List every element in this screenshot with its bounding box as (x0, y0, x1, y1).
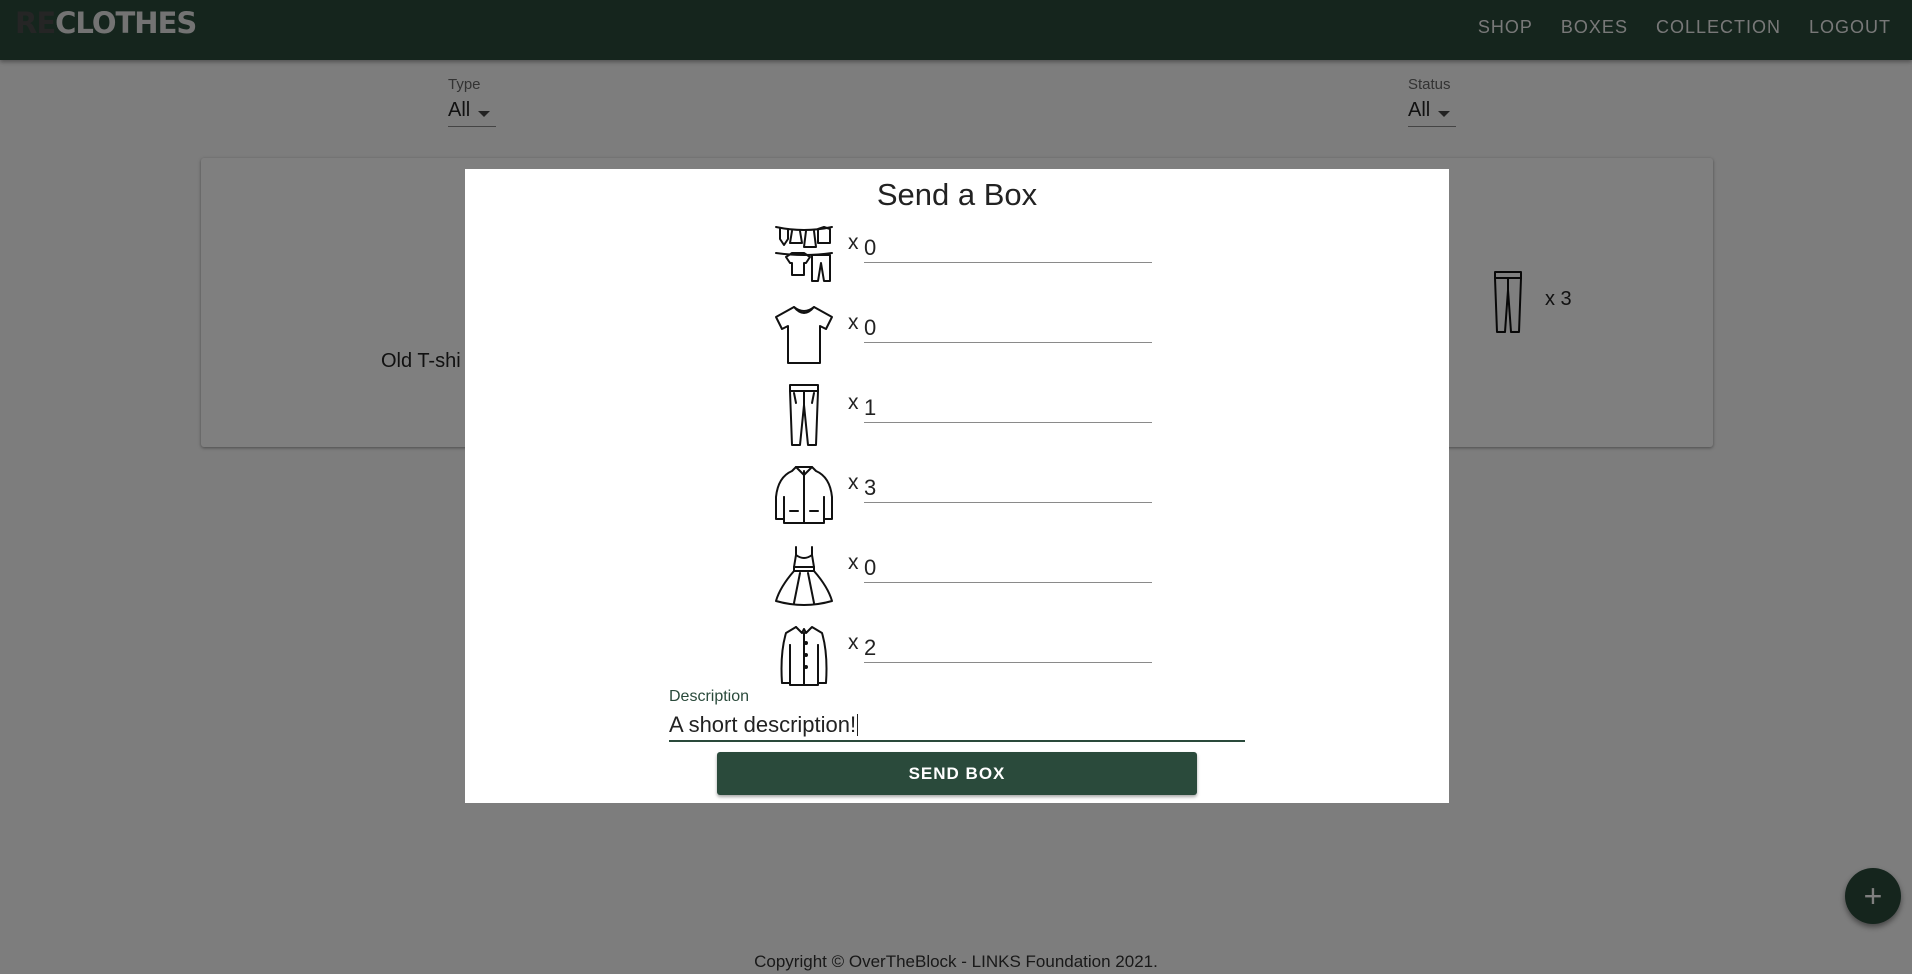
description-label: Description (669, 688, 750, 705)
quantity-input-tshirt[interactable]: 0 (864, 309, 1152, 343)
description-input[interactable]: A short description! (669, 708, 1245, 742)
laundry-icon (772, 223, 836, 287)
text-cursor (857, 714, 859, 736)
quantity-input-pants[interactable]: 1 (864, 389, 1152, 423)
jacket-icon (772, 463, 836, 527)
multiplier-label: x (848, 471, 859, 494)
dress-icon (772, 543, 836, 607)
item-row-shirt: x 2 (772, 623, 1172, 687)
item-row-mixed: x 0 (772, 223, 1172, 287)
item-row-dress: x 0 (772, 543, 1172, 607)
multiplier-label: x (848, 551, 859, 574)
tshirt-icon (772, 303, 836, 367)
description-value: A short description! (669, 712, 857, 737)
multiplier-label: x (848, 231, 859, 254)
pants-icon (772, 383, 836, 447)
multiplier-label: x (848, 631, 859, 654)
item-row-tshirt: x 0 (772, 303, 1172, 367)
quantity-input-jacket[interactable]: 3 (864, 469, 1152, 503)
multiplier-label: x (848, 311, 859, 334)
item-row-jacket: x 3 (772, 463, 1172, 527)
multiplier-label: x (848, 391, 859, 414)
dialog-title: Send a Box (876, 177, 1038, 212)
shirt-icon (772, 623, 836, 687)
send-box-button[interactable]: SEND BOX (717, 752, 1197, 795)
quantity-input-mixed[interactable]: 0 (864, 229, 1152, 263)
send-box-dialog: Send a Box x 0 x 0 x 1 x 3 x 0 x 2 Descr… (465, 169, 1449, 803)
quantity-input-shirt[interactable]: 2 (864, 629, 1152, 663)
item-row-pants: x 1 (772, 383, 1172, 447)
quantity-input-dress[interactable]: 0 (864, 549, 1152, 583)
